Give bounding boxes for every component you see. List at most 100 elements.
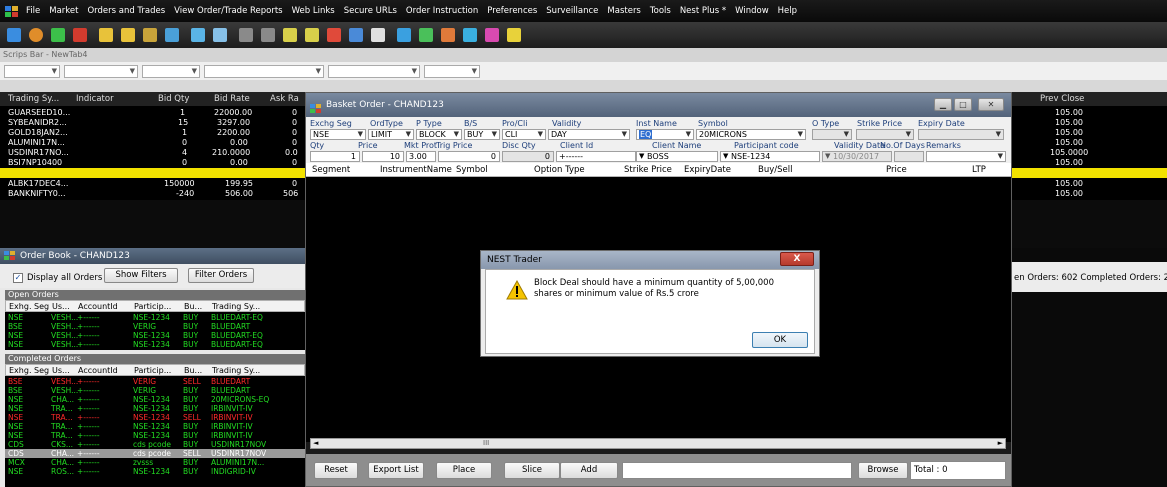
col-ltp[interactable]: LTP [972, 165, 986, 175]
filter-expiry[interactable]: ▼ [204, 64, 324, 78]
col-buy-sell[interactable]: Bu... [184, 366, 202, 375]
message-icon[interactable] [324, 25, 344, 45]
trade-book-icon[interactable] [118, 25, 138, 45]
order-row[interactable]: BSE VESH... +------ VERIG SELL BLUEDART [5, 377, 305, 386]
close-icon[interactable]: X [780, 252, 814, 266]
grid-icon[interactable] [236, 25, 256, 45]
client-name-select[interactable]: ▼ BOSS [636, 151, 718, 162]
menu-nest-plus[interactable]: Nest Plus * [680, 6, 726, 16]
menu-web-links[interactable]: Web Links [292, 6, 335, 16]
maximize-icon[interactable]: □ [954, 98, 972, 111]
col-strike-price[interactable]: Strike Price [624, 165, 672, 175]
col-bid-rate[interactable]: Bid Rate [214, 94, 250, 104]
menu-secure-urls[interactable]: Secure URLs [344, 6, 397, 16]
num-days-input[interactable] [894, 151, 924, 162]
display-all-checkbox[interactable]: ✓ [13, 273, 23, 283]
show-filters-button[interactable]: Show Filters [104, 268, 178, 283]
basket-titlebar[interactable]: Basket Order - CHAND123 ▁ □ ✕ [306, 93, 1011, 117]
filter-orders-button[interactable]: Filter Orders [188, 268, 254, 283]
settings-icon[interactable] [504, 25, 524, 45]
col-trading-symbol[interactable]: Trading Sy... [212, 302, 260, 311]
order-row[interactable]: CDS CHA... +------ cds pcode SELL USDINR17NOV [5, 449, 305, 458]
expiry-select[interactable]: ▼ [918, 129, 1004, 140]
col-participant[interactable]: Particip... [134, 302, 171, 311]
validity-date-select[interactable]: ▼ 10/30/2017 [822, 151, 892, 162]
export-list-button[interactable]: Export List [368, 462, 424, 479]
order-row[interactable]: NSE TRA... +------ NSE-1234 BUY IRBINVIT-IV [5, 431, 305, 440]
col-instrument-name[interactable]: InstrumentName [380, 165, 452, 175]
net-position-icon[interactable] [140, 25, 160, 45]
path-field[interactable] [622, 462, 852, 479]
ok-button[interactable]: OK [752, 332, 808, 348]
slice-button[interactable]: Slice [504, 462, 560, 479]
menu-masters[interactable]: Masters [607, 6, 640, 16]
order-book-icon[interactable] [96, 25, 116, 45]
col-indicator[interactable]: Indicator [76, 94, 114, 104]
buysell-select[interactable]: BUY ▼ [464, 129, 500, 140]
order-row[interactable]: NSE CHA... +------ NSE-1234 BUY 20MICRONS-EQ [5, 395, 305, 404]
order-row[interactable]: NSE TRA... +------ NSE-1234 BUY IRBINVIT-IV [5, 422, 305, 431]
order-row[interactable]: BSE VESH... +------ VERIG BUY BLUEDART [5, 386, 305, 395]
nav-icon[interactable] [416, 25, 436, 45]
browse-button[interactable]: Browse [858, 462, 908, 479]
order-row[interactable]: NSE VESH... +------ NSE-1234 BUY BLUEDART-EQ [5, 331, 305, 340]
col-buy-sell[interactable]: Buy/Sell [758, 165, 792, 175]
scroll-left-icon[interactable]: ◄ [313, 439, 318, 447]
filter-symbol[interactable]: ▼ [142, 64, 200, 78]
filter-instrument[interactable]: ▼ [64, 64, 138, 78]
exchange-select[interactable]: NSE ▼ [310, 129, 366, 140]
options-icon[interactable] [482, 25, 502, 45]
place-button[interactable]: Place [436, 462, 492, 479]
new-icon[interactable] [4, 25, 24, 45]
col-trading-symbol[interactable]: Trading Sy... [8, 94, 59, 104]
symbol-select[interactable]: 20MICRONS ▼ [696, 129, 806, 140]
order-row[interactable]: NSE TRA... +------ NSE-1234 SELL IRBINVIT-IV [5, 413, 305, 422]
col-prev-close[interactable]: Prev Close [1040, 94, 1084, 104]
price-input[interactable]: 10 [362, 151, 404, 162]
validity-select[interactable]: DAY ▼ [548, 129, 630, 140]
order-row[interactable]: MCX CHA... +------ zvsss BUY ALUMINI17N... [5, 458, 305, 467]
inst-name-select[interactable]: EQ ▼ [636, 129, 694, 140]
menu-tools[interactable]: Tools [650, 6, 671, 16]
order-book-titlebar[interactable]: Order Book - CHAND123 [0, 248, 305, 264]
scroll-right-icon[interactable]: ► [998, 439, 1003, 447]
sell-icon[interactable] [70, 25, 90, 45]
col-price[interactable]: Price [886, 165, 907, 175]
filter2-icon[interactable] [302, 25, 322, 45]
col-buy-sell[interactable]: Bu... [184, 302, 202, 311]
col-user[interactable]: Us... [52, 302, 70, 311]
calc-icon[interactable] [460, 25, 480, 45]
horizontal-scrollbar[interactable]: ◄ III ► [310, 438, 1006, 449]
market-picture-icon[interactable] [162, 25, 182, 45]
menu-file[interactable]: File [26, 6, 40, 16]
minimize-icon[interactable]: ▁ [934, 98, 952, 111]
menu-orders-and-trades[interactable]: Orders and Trades [87, 6, 165, 16]
col-participant[interactable]: Particip... [134, 366, 171, 375]
ordtype-select[interactable]: LIMIT ▼ [368, 129, 414, 140]
col-exchg-seg[interactable]: Exhg. Seg [9, 366, 49, 375]
col-account-id[interactable]: AccountId [78, 302, 118, 311]
refresh-icon[interactable] [26, 25, 46, 45]
ptype-select[interactable]: BLOCK ▼ [416, 129, 462, 140]
trig-price-input[interactable]: 0 [438, 151, 500, 162]
menu-window[interactable]: Window [735, 6, 769, 16]
col-option-type[interactable]: Option Type [534, 165, 585, 175]
menu-order-instruction[interactable]: Order Instruction [406, 6, 478, 16]
col-ask-rate[interactable]: Ask Ra [270, 94, 299, 104]
filter-option-type[interactable]: ▼ [328, 64, 420, 78]
alert-icon[interactable] [346, 25, 366, 45]
add-button[interactable]: Add [560, 462, 618, 479]
col-bid-qty[interactable]: Bid Qty [158, 94, 189, 104]
col-exchg-seg[interactable]: Exhg. Seg [9, 302, 49, 311]
grid2-icon[interactable] [258, 25, 278, 45]
menu-help[interactable]: Help [778, 6, 797, 16]
mkt-prot-input[interactable]: 3.00 [406, 151, 436, 162]
menu-preferences[interactable]: Preferences [487, 6, 537, 16]
excel-icon[interactable] [438, 25, 458, 45]
chart-icon[interactable] [188, 25, 208, 45]
filter-exchange[interactable]: ▼ [4, 64, 60, 78]
filter-strike[interactable]: ▼ [424, 64, 480, 78]
close-icon[interactable]: ✕ [978, 98, 1004, 111]
order-row[interactable]: NSE ROS... +------ NSE-1234 BUY INDIGRID-IV [5, 467, 305, 476]
otype-select[interactable]: ▼ [812, 129, 852, 140]
